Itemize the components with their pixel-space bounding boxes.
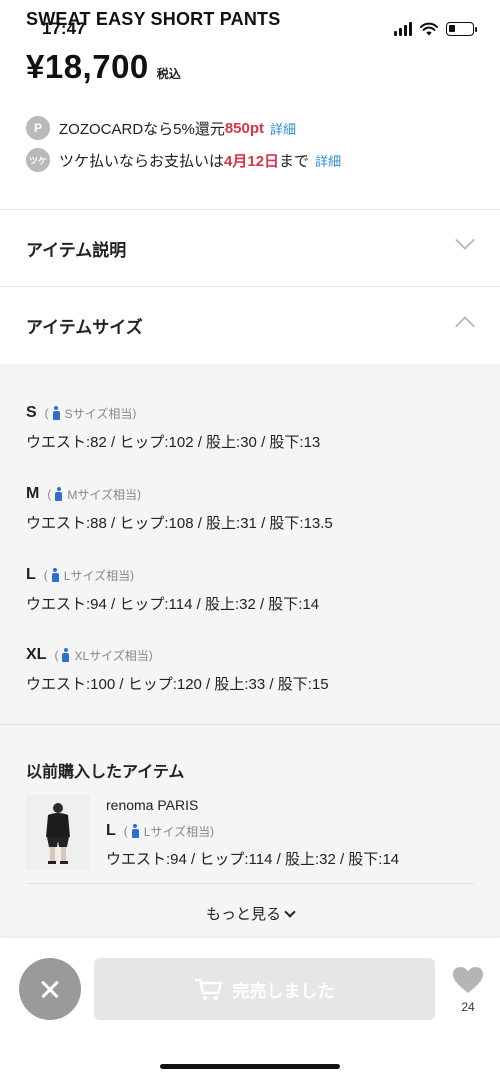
size-block-m: M (Mサイズ相当) ウエスト:88 / ヒップ:108 / 股上:31 / 股… [26,485,333,533]
size-detail: ウエスト:88 / ヒップ:108 / 股上:31 / 股下:13.5 [26,515,333,532]
previous-item-info: renoma PARIS L (Lサイズ相当) ウエスト:94 / ヒップ:11… [106,797,399,869]
size-name: XL [26,646,47,663]
accordion-label: アイテム説明 [26,240,127,260]
previous-item-thumbnail[interactable] [26,795,90,870]
heart-icon [453,967,483,993]
sold-out-button[interactable]: 完売しました [94,958,435,1020]
promo-highlight: 850pt [224,119,265,137]
favorite-count: 24 [461,1000,475,1014]
status-icons [394,22,477,36]
person-icon [51,568,59,582]
price-row: ¥18,700 税込 [26,48,181,86]
accordion-item-size[interactable]: アイテムサイズ [0,287,500,363]
show-more-button[interactable]: もっと見る [0,903,500,924]
size-equivalent: (XLサイズ相当) [54,648,153,663]
chevron-up-icon [455,316,475,336]
person-icon [131,824,139,838]
previous-item-detail: ウエスト:94 / ヒップ:114 / 股上:32 / 股下:14 [106,851,400,868]
previous-purchase-title: 以前購入したアイテム [26,764,185,781]
close-button[interactable] [19,958,81,1020]
person-icon [62,648,70,662]
wifi-icon [420,22,438,36]
size-block-xl: XL (XLサイズ相当) ウエスト:100 / ヒップ:120 / 股上:33 … [26,646,329,694]
home-indicator [160,1064,340,1069]
bottom-action-bar: 完売しました 24 [0,938,500,1080]
status-time: 17:47 [42,19,86,38]
divider [26,883,474,884]
sold-out-label: 完売しました [232,981,335,1001]
size-block-s: S (Sサイズ相当) ウエスト:82 / ヒップ:102 / 股上:30 / 股… [26,404,320,452]
signal-icon [394,22,412,36]
size-detail: ウエスト:82 / ヒップ:102 / 股上:30 / 股下:13 [26,434,321,451]
size-equivalent: (Mサイズ相当) [47,487,141,502]
accordion-label: アイテムサイズ [26,317,143,337]
promo-suffix: まで [279,152,310,170]
promo-zozocard: P ZOZOCARDなら5%還元 850pt 詳細 [26,116,296,140]
favorite-button[interactable]: 24 [448,966,488,1014]
chevron-down-icon [284,906,296,918]
cart-icon [194,978,222,1000]
size-name: L [26,566,36,583]
size-equivalent: (Lサイズ相当) [43,568,135,583]
size-name: M [26,485,40,502]
promo-text: ZOZOCARDなら5%還元 [59,120,225,138]
point-badge-icon: P [26,116,50,140]
promo-text: ツケ払いならお支払いは [59,152,225,170]
battery-icon [446,22,477,36]
size-equivalent: (Sサイズ相当) [44,406,137,421]
previous-item-brand[interactable]: renoma PARIS [106,797,399,813]
divider [0,724,500,725]
previous-item-size: L (Lサイズ相当) [106,822,215,839]
size-block-l: L (Lサイズ相当) ウエスト:94 / ヒップ:114 / 股上:32 / 股… [26,566,319,614]
size-detail: ウエスト:94 / ヒップ:114 / 股上:32 / 股下:14 [26,596,320,613]
promo-tsuke: ツケ ツケ払いならお支払いは 4月12日 まで 詳細 [26,148,341,172]
promo-detail-link[interactable]: 詳細 [270,119,296,138]
tsuke-badge-icon: ツケ [26,148,50,172]
tax-label: 税込 [156,67,181,81]
promo-highlight: 4月12日 [224,152,280,170]
promo-detail-link[interactable]: 詳細 [315,151,341,170]
person-icon [52,406,60,420]
size-name: S [26,404,37,421]
person-icon [55,487,63,501]
accordion-item-description[interactable]: アイテム説明 [0,210,500,286]
chevron-down-icon [455,230,475,250]
size-detail: ウエスト:100 / ヒップ:120 / 股上:33 / 股下:15 [26,676,329,693]
price: ¥18,700 [26,48,149,85]
